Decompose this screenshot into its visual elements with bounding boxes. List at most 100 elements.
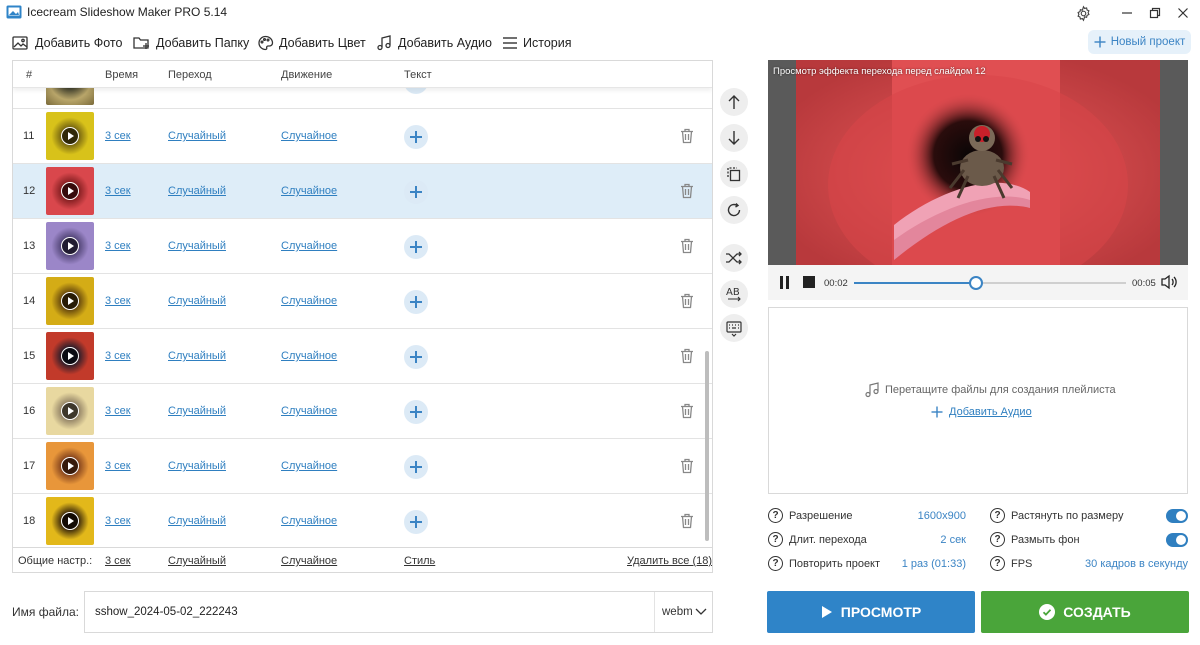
- slide-motion-link[interactable]: Случайное: [281, 130, 337, 142]
- trash-icon[interactable]: [680, 458, 694, 474]
- add-text-button[interactable]: [404, 510, 428, 534]
- table-row[interactable]: 14 3 сек Случайный Случайное: [13, 274, 712, 329]
- global-transition-link[interactable]: Случайный: [168, 555, 226, 567]
- move-down-button[interactable]: [720, 124, 748, 152]
- volume-icon[interactable]: [1161, 274, 1179, 290]
- text-style-link[interactable]: Стиль: [404, 555, 435, 567]
- add-folder-button[interactable]: Добавить Папку: [133, 30, 249, 56]
- slide-time-link[interactable]: 3 сек: [105, 295, 131, 307]
- trash-icon[interactable]: [680, 238, 694, 254]
- table-row[interactable]: 18 3 сек Случайный Случайное: [13, 494, 712, 547]
- add-text-button[interactable]: [404, 180, 428, 204]
- global-motion-link[interactable]: Случайное: [281, 555, 337, 567]
- pause-icon[interactable]: [779, 276, 791, 289]
- slide-thumbnail[interactable]: [46, 112, 94, 160]
- slide-thumbnail[interactable]: [46, 332, 94, 380]
- add-text-button[interactable]: [404, 88, 428, 94]
- table-row[interactable]: 13 3 сек Случайный Случайное: [13, 219, 712, 274]
- add-color-button[interactable]: Добавить Цвет: [257, 30, 366, 56]
- add-photo-button[interactable]: Добавить Фото: [12, 30, 122, 56]
- format-select[interactable]: webm: [662, 606, 693, 618]
- text-ab-button[interactable]: AB: [720, 280, 748, 308]
- table-row[interactable]: 17 3 сек Случайный Случайное: [13, 439, 712, 494]
- play-icon[interactable]: [61, 347, 79, 365]
- play-icon[interactable]: [61, 237, 79, 255]
- table-scrollbar-thumb[interactable]: [705, 351, 709, 541]
- slide-transition-link[interactable]: Случайный: [168, 130, 226, 142]
- table-row[interactable]: 15 3 сек Случайный Случайное: [13, 329, 712, 384]
- slide-transition-link[interactable]: Случайный: [168, 350, 226, 362]
- add-audio-button[interactable]: Добавить Аудио: [376, 30, 492, 56]
- slide-time-link[interactable]: 3 сек: [105, 130, 131, 142]
- slide-time-link[interactable]: 3 сек: [105, 460, 131, 472]
- slide-thumbnail[interactable]: [46, 277, 94, 325]
- play-icon[interactable]: [61, 402, 79, 420]
- trash-icon[interactable]: [680, 128, 694, 144]
- preview-button[interactable]: ПРОСМОТР: [767, 591, 975, 633]
- add-text-button[interactable]: [404, 455, 428, 479]
- slide-motion-link[interactable]: Случайное: [281, 350, 337, 362]
- add-text-button[interactable]: [404, 400, 428, 424]
- slide-transition-link[interactable]: Случайный: [168, 185, 226, 197]
- slide-motion-link[interactable]: Случайное: [281, 460, 337, 472]
- slide-thumbnail[interactable]: [46, 167, 94, 215]
- trash-icon[interactable]: [680, 348, 694, 364]
- trash-icon[interactable]: [680, 293, 694, 309]
- slide-time-link[interactable]: 3 сек: [105, 240, 131, 252]
- duplicate-button[interactable]: [720, 160, 748, 188]
- help-icon[interactable]: ?: [990, 556, 1005, 571]
- history-button[interactable]: История: [502, 30, 571, 56]
- slide-transition-link[interactable]: Случайный: [168, 460, 226, 472]
- help-icon[interactable]: ?: [768, 532, 783, 547]
- repeat-value[interactable]: 1 раз (01:33): [880, 558, 966, 570]
- slide-motion-link[interactable]: Случайное: [281, 515, 337, 527]
- trash-icon[interactable]: [680, 183, 694, 199]
- audio-playlist[interactable]: Перетащите файлы для создания плейлиста …: [768, 307, 1188, 494]
- slide-motion-link[interactable]: Случайное: [281, 405, 337, 417]
- play-icon[interactable]: [61, 127, 79, 145]
- play-icon[interactable]: [61, 182, 79, 200]
- slide-transition-link[interactable]: Случайный: [168, 515, 226, 527]
- chevron-down-icon[interactable]: [695, 608, 707, 616]
- play-icon[interactable]: [61, 292, 79, 310]
- filename-field[interactable]: sshow_2024-05-02_222243 webm: [84, 591, 713, 633]
- trash-icon[interactable]: [680, 513, 694, 529]
- transition-duration-value[interactable]: 2 сек: [900, 534, 966, 546]
- help-icon[interactable]: ?: [990, 532, 1005, 547]
- add-text-button[interactable]: [404, 290, 428, 314]
- progress-knob[interactable]: [969, 276, 984, 290]
- table-row[interactable]: 11 3 сек Случайный Случайное: [13, 109, 712, 164]
- add-text-button[interactable]: [404, 345, 428, 369]
- progress-bar[interactable]: [854, 276, 1126, 290]
- slide-thumbnail[interactable]: [46, 88, 94, 105]
- stop-icon[interactable]: [803, 276, 816, 289]
- slide-transition-link[interactable]: Случайный: [168, 240, 226, 252]
- slide-thumbnail[interactable]: [46, 222, 94, 270]
- slide-time-link[interactable]: 3 сек: [105, 515, 131, 527]
- play-icon[interactable]: [61, 512, 79, 530]
- play-icon[interactable]: [61, 457, 79, 475]
- global-time-link[interactable]: 3 сек: [105, 555, 131, 567]
- slide-time-link[interactable]: 3 сек: [105, 405, 131, 417]
- slide-motion-link[interactable]: Случайное: [281, 295, 337, 307]
- blur-toggle[interactable]: [1166, 533, 1188, 547]
- add-text-button[interactable]: [404, 125, 428, 149]
- delete-all-link[interactable]: Удалить все (18): [627, 555, 712, 567]
- slide-time-link[interactable]: 3 сек: [105, 185, 131, 197]
- help-icon[interactable]: ?: [768, 508, 783, 523]
- trash-icon[interactable]: [680, 403, 694, 419]
- keyboard-button[interactable]: [720, 314, 748, 342]
- preview-window[interactable]: Просмотр эффекта перехода перед слайдом …: [768, 60, 1188, 265]
- slide-transition-link[interactable]: Случайный: [168, 405, 226, 417]
- slide-motion-link[interactable]: Случайное: [281, 240, 337, 252]
- new-project-button[interactable]: Новый проект: [1088, 30, 1191, 54]
- shuffle-button[interactable]: [720, 244, 748, 272]
- help-icon[interactable]: ?: [990, 508, 1005, 523]
- stretch-toggle[interactable]: [1166, 509, 1188, 523]
- slide-transition-link[interactable]: Случайный: [168, 295, 226, 307]
- slide-motion-link[interactable]: Случайное: [281, 185, 337, 197]
- move-up-button[interactable]: [720, 88, 748, 116]
- add-text-button[interactable]: [404, 235, 428, 259]
- slide-thumbnail[interactable]: [46, 387, 94, 435]
- help-icon[interactable]: ?: [768, 556, 783, 571]
